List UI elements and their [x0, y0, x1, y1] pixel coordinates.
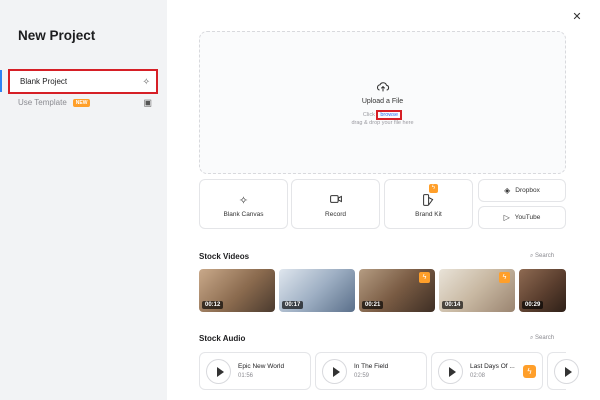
close-icon: ✕	[572, 11, 582, 23]
video-duration: 00:17	[282, 301, 304, 309]
sidebar: New Project Blank Project ✧ Use Template…	[0, 0, 167, 400]
search-label: Search	[535, 335, 555, 341]
youtube-label: YouTube	[514, 214, 541, 221]
video-thumbnail[interactable]: 00:12	[199, 269, 275, 312]
youtube-icon: ▷	[503, 213, 510, 222]
sidebar-item-use-template[interactable]: Use Template NEW ▣	[8, 90, 158, 115]
page-title: New Project	[18, 28, 96, 43]
audio-track[interactable]: Epic New World 01:56	[199, 352, 311, 390]
play-icon[interactable]	[206, 359, 231, 384]
stock-videos-title: Stock Videos	[199, 252, 250, 261]
new-project-dialog: New Project Blank Project ✧ Use Template…	[0, 0, 600, 400]
video-thumbnail[interactable]: 00:17	[279, 269, 355, 312]
sidebar-item-label: Blank Project	[20, 77, 68, 86]
premium-bolt-icon: ϟ	[429, 184, 438, 193]
search-icon: ⌕	[530, 335, 534, 341]
premium-bolt-icon: ϟ	[523, 365, 536, 378]
audio-duration: 01:56	[238, 373, 254, 379]
stock-videos-search[interactable]: ⌕ Search	[530, 253, 554, 260]
sparkle-icon: ✧	[142, 76, 150, 86]
drag-drop-hint: drag & drop your file here	[351, 120, 414, 126]
brand-kit-icon	[385, 194, 472, 209]
brand-kit-icon	[423, 194, 434, 206]
premium-bolt-icon: ϟ	[419, 272, 430, 283]
dropbox-label: Dropbox	[515, 187, 540, 194]
search-icon: ⌕	[530, 253, 534, 259]
close-button[interactable]: ✕	[568, 8, 586, 26]
record-button[interactable]: Record	[291, 179, 380, 229]
video-thumbnail[interactable]: 00:29	[519, 269, 566, 312]
layout-icon: ▣	[143, 97, 152, 107]
search-label: Search	[535, 253, 555, 259]
video-duration: 00:12	[202, 301, 224, 309]
premium-bolt-icon: ϟ	[499, 272, 510, 283]
youtube-button[interactable]: ▷ YouTube	[478, 206, 566, 229]
sparkle-icon: ✧	[238, 195, 249, 207]
audio-title: In The Field	[354, 363, 389, 370]
blank-canvas-button[interactable]: ✧ Blank Canvas	[199, 179, 288, 229]
video-duration: 00:29	[522, 301, 544, 309]
sidebar-item-label: Use Template	[18, 98, 67, 107]
audio-duration: 02:59	[354, 373, 370, 379]
card-label: Record	[325, 211, 346, 218]
video-duration: 00:21	[362, 301, 384, 309]
card-label: Brand Kit	[415, 211, 442, 218]
dropbox-icon: ◈	[504, 186, 511, 195]
audio-track[interactable]: Last Days Of ... 02:08 ϟ	[431, 352, 543, 390]
audio-title: Last Days Of ...	[470, 363, 515, 370]
cloud-upload-icon	[377, 82, 390, 92]
stock-audio-title: Stock Audio	[199, 334, 246, 343]
camera-icon	[329, 195, 342, 203]
upload-instructions-text: Click	[362, 112, 377, 118]
video-thumbnail[interactable]: ϟ 00:21	[359, 269, 435, 312]
browse-link[interactable]: browse	[376, 110, 403, 120]
upload-dropzone[interactable]: Upload a File Click browse drag & drop y…	[199, 31, 566, 174]
active-indicator	[0, 70, 2, 92]
play-icon[interactable]	[322, 359, 347, 384]
dropbox-button[interactable]: ◈ Dropbox	[478, 179, 566, 202]
brand-kit-button[interactable]: ϟ Brand Kit	[384, 179, 473, 229]
audio-track[interactable]: In The Field 02:59	[315, 352, 427, 390]
camera-icon	[292, 194, 379, 207]
video-duration: 00:14	[442, 301, 464, 309]
play-icon[interactable]	[554, 359, 579, 384]
card-label: Blank Canvas	[223, 211, 264, 218]
audio-track[interactable]	[547, 352, 579, 390]
new-badge: NEW	[72, 98, 91, 107]
stock-audio-search[interactable]: ⌕ Search	[530, 335, 554, 342]
upload-title: Upload a File	[361, 98, 404, 105]
video-thumbnail[interactable]: ϟ 00:14	[439, 269, 515, 312]
upload-instructions: Click browse	[200, 110, 565, 120]
play-icon[interactable]	[438, 359, 463, 384]
audio-duration: 02:08	[470, 373, 486, 379]
audio-title: Epic New World	[238, 363, 285, 370]
